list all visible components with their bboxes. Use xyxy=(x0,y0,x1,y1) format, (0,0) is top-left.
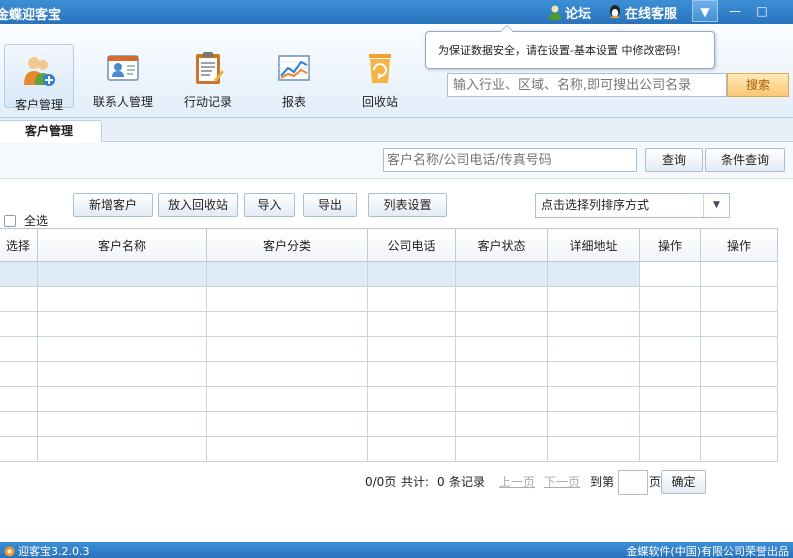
customer-table: 选择 客户名称 客户分类 公司电话 客户状态 详细地址 操作 操作 xyxy=(0,228,778,462)
recycle-bin-icon xyxy=(369,54,391,83)
import-button[interactable]: 导入 xyxy=(244,193,295,217)
toolbar-customer-management[interactable]: 客户管理 xyxy=(4,44,74,112)
table-row[interactable] xyxy=(0,436,778,462)
column-header-customer-category[interactable]: 客户分类 xyxy=(206,228,368,262)
add-customer-button[interactable]: 新增客户 xyxy=(73,193,153,217)
tab-customer-management[interactable]: 客户管理 xyxy=(0,120,102,142)
chart-icon xyxy=(278,55,310,81)
table-row[interactable] xyxy=(0,361,778,387)
minimize-button[interactable]: — xyxy=(722,0,748,22)
company-directory-search-input[interactable] xyxy=(447,73,727,97)
export-button[interactable]: 导出 xyxy=(303,193,357,217)
column-header-operation[interactable]: 操作 xyxy=(700,228,778,262)
version-label: 迎客宝3.2.0.3 xyxy=(18,545,90,558)
tab-strip: 客户管理 xyxy=(0,118,793,142)
maximize-button[interactable]: □ xyxy=(749,0,775,22)
query-bar: 查询 条件查询 xyxy=(0,143,793,179)
contact-card-icon xyxy=(107,55,139,81)
app-logo-icon xyxy=(4,546,15,556)
goto-page-label: 到第 xyxy=(590,475,615,489)
column-header-address[interactable]: 详细地址 xyxy=(547,228,640,262)
move-to-recycle-button[interactable]: 放入回收站 xyxy=(158,193,238,217)
next-page-link[interactable]: 下一页 xyxy=(544,470,580,495)
toolbar-label: 报表 xyxy=(281,95,306,109)
total-count: 0 xyxy=(437,475,445,489)
clipboard-icon xyxy=(196,52,224,84)
menu-dropdown-button[interactable]: ▼ xyxy=(692,0,718,22)
confirm-page-button[interactable]: 确定 xyxy=(661,470,706,494)
condition-query-button[interactable]: 条件查询 xyxy=(705,148,785,172)
table-header-row: 选择 客户名称 客户分类 公司电话 客户状态 详细地址 操作 操作 xyxy=(0,228,778,262)
customer-query-input[interactable] xyxy=(383,148,637,172)
sort-order-select[interactable]: 点击选择列排序方式 ▼ xyxy=(535,193,730,218)
toolbar-label: 回收站 xyxy=(361,95,398,109)
column-header-operation[interactable]: 操作 xyxy=(639,228,701,262)
status-bar: 迎客宝3.2.0.3 金蝶软件(中国)有限公司荣誉出品 xyxy=(0,542,793,558)
page-count: 0/0页 xyxy=(365,475,397,489)
table-body xyxy=(0,261,778,462)
app-title: 金蝶迎客宝 xyxy=(0,8,62,23)
column-header-select[interactable]: 选择 xyxy=(0,228,38,262)
company-directory-search-button[interactable]: 搜索 xyxy=(727,73,789,97)
table-row[interactable] xyxy=(0,336,778,362)
title-bar: 金蝶迎客宝 论坛 在线客服 ▼ — □ xyxy=(0,0,793,24)
sort-order-value: 点击选择列排序方式 xyxy=(541,198,650,212)
user-icon xyxy=(549,5,561,20)
chevron-down-icon[interactable]: ▼ xyxy=(703,194,729,217)
copyright-label: 金蝶软件(中国)有限公司荣誉出品 xyxy=(626,545,789,558)
column-settings-button[interactable]: 列表设置 xyxy=(368,193,447,217)
toolbar-label: 联系人管理 xyxy=(92,95,153,109)
table-row[interactable] xyxy=(0,386,778,412)
page-unit-label: 页 xyxy=(649,475,662,489)
customer-icon xyxy=(24,57,55,86)
page-number-input[interactable] xyxy=(618,470,648,495)
prev-page-link[interactable]: 上一页 xyxy=(499,470,535,495)
select-all-checkbox[interactable]: 全选 xyxy=(4,212,48,229)
forum-link[interactable]: 论坛 xyxy=(548,3,591,22)
column-header-customer-status[interactable]: 客户状态 xyxy=(455,228,548,262)
table-row[interactable] xyxy=(0,261,778,287)
column-header-customer-name[interactable]: 客户名称 xyxy=(37,228,207,262)
column-header-company-phone[interactable]: 公司电话 xyxy=(367,228,456,262)
total-prefix: 共计: xyxy=(401,475,430,489)
toolbar-label: 客户管理 xyxy=(14,98,63,112)
support-link[interactable]: 在线客服 xyxy=(608,3,677,22)
table-row[interactable] xyxy=(0,311,778,337)
version-info: 迎客宝3.2.0.3 xyxy=(4,543,89,558)
qq-penguin-icon xyxy=(610,5,620,18)
toolbar-label: 行动记录 xyxy=(183,95,232,109)
total-suffix: 条记录 xyxy=(449,475,486,489)
checkbox-icon[interactable] xyxy=(4,214,16,227)
password-notice-tooltip: 为保证数据安全，请在设置-基本设置 中修改密码! xyxy=(425,25,715,69)
query-button[interactable]: 查询 xyxy=(645,148,703,172)
table-row[interactable] xyxy=(0,411,778,437)
table-row[interactable] xyxy=(0,286,778,312)
select-all-label: 全选 xyxy=(24,214,49,228)
forum-label: 论坛 xyxy=(565,7,592,22)
support-label: 在线客服 xyxy=(625,7,678,22)
